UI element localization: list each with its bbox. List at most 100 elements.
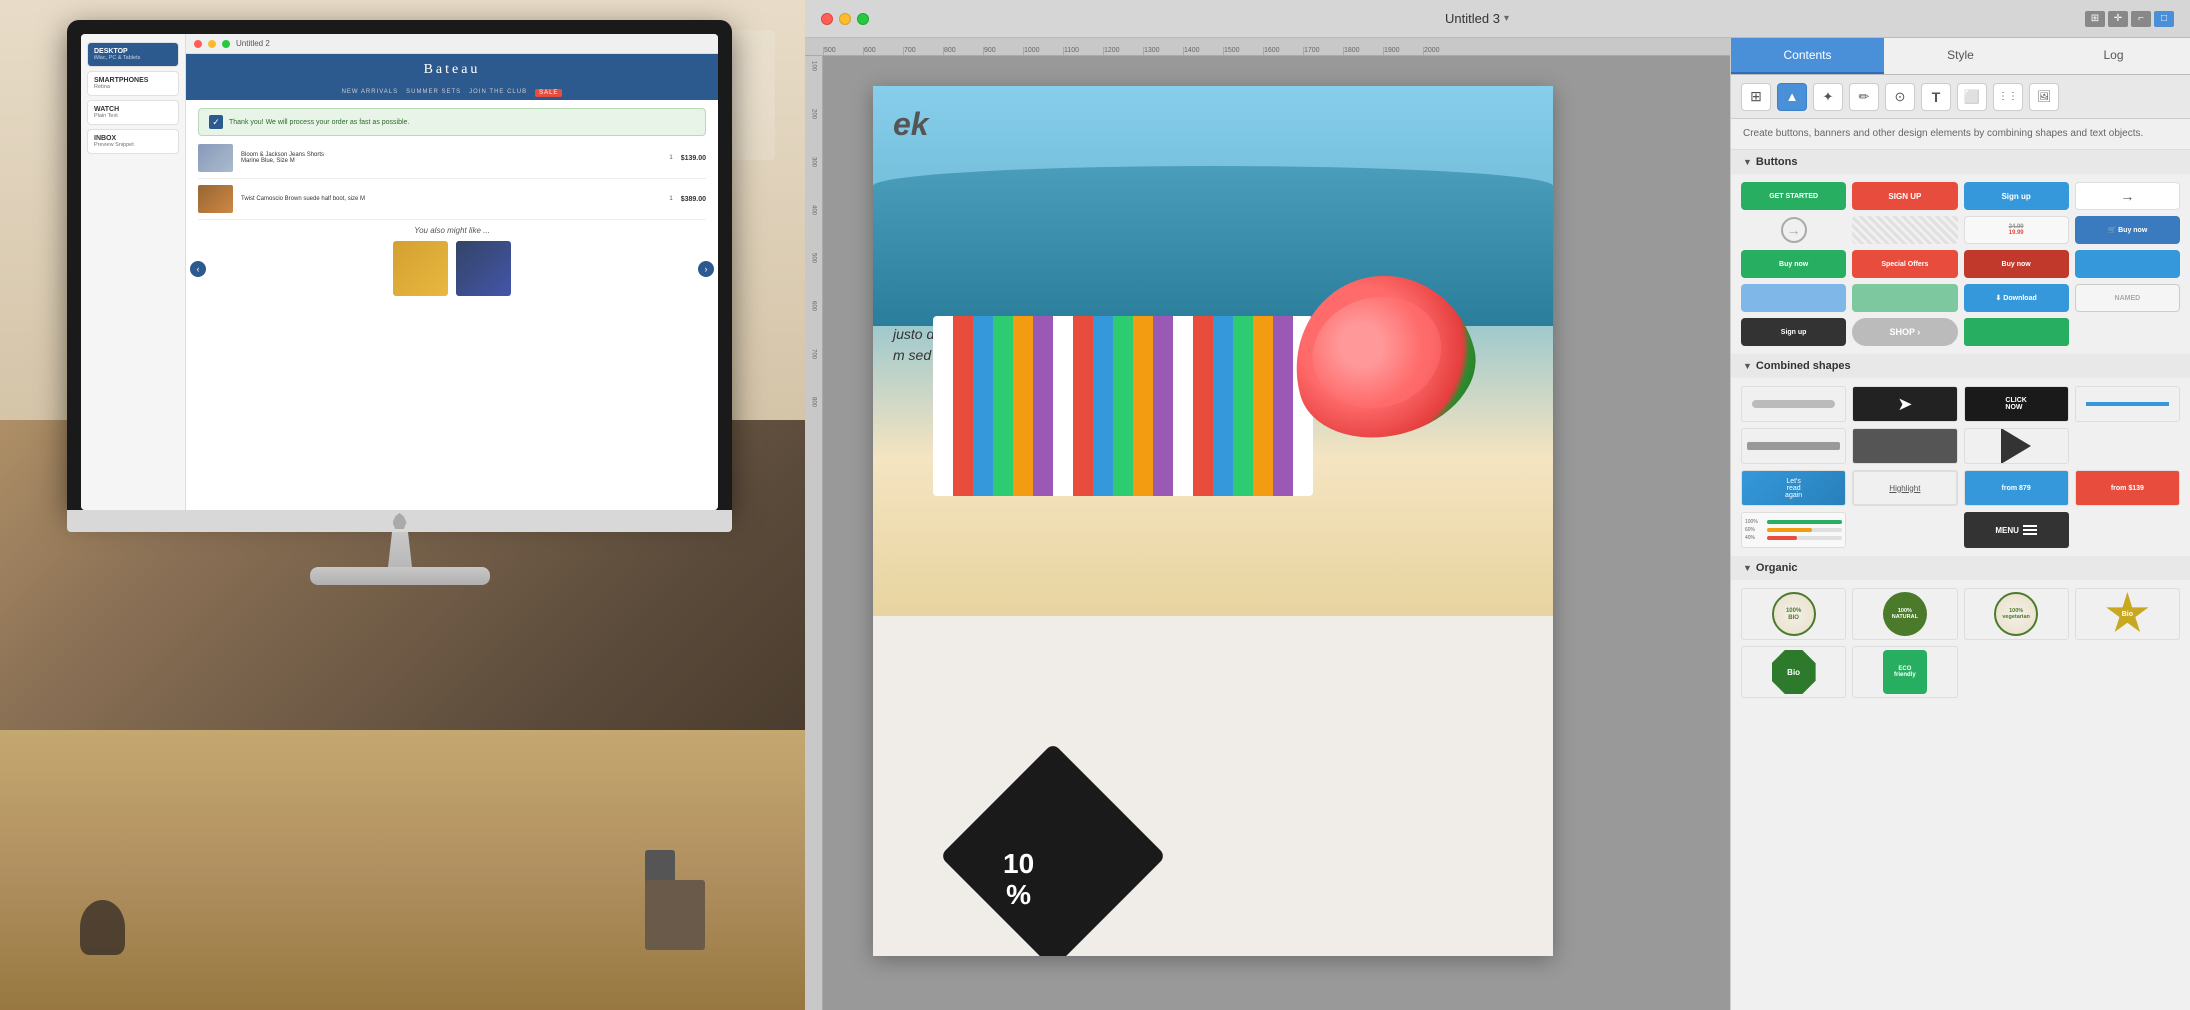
badge-natural-text: NATURAL (1892, 614, 1918, 620)
titlebar-dot-yellow[interactable] (208, 40, 216, 48)
panel-tool-pattern[interactable]: ⋮⋮ (1993, 83, 2023, 111)
panel-toggle-icon[interactable]: □ (2154, 11, 2174, 27)
progress-row-1: 100% (1745, 519, 1842, 525)
badge-bio-green[interactable]: Bio (1741, 646, 1846, 698)
badge-100bio[interactable]: 100% BIO (1741, 588, 1846, 640)
panel-tool-text[interactable]: T (1921, 83, 1951, 111)
shape-gray-wide[interactable] (1741, 428, 1846, 464)
tab-log[interactable]: Log (2037, 38, 2190, 74)
window-maximize-button[interactable] (857, 13, 869, 25)
combined-toggle-icon[interactable]: ▼ (1743, 361, 1752, 371)
email-preview: Bateau NEW ARRIVALS SUMMER SETS JOIN THE… (186, 54, 718, 510)
combined-shapes-label: Combined shapes (1756, 360, 1851, 372)
btn-named[interactable]: NAMED (2075, 284, 2180, 312)
btn-shop[interactable]: SHOP › (1852, 318, 1957, 346)
ruler-500: 500 (823, 47, 863, 55)
shape-from79[interactable]: from 879 (1964, 470, 2069, 506)
btn-get-started[interactable]: GET STARTED (1741, 182, 1846, 210)
btn-buy-now-red[interactable]: Buy now (1964, 250, 2069, 278)
shape-click-now[interactable]: CLICKNOW (1964, 386, 2069, 422)
btn-light-green[interactable] (1852, 284, 1957, 312)
organic-toggle-icon[interactable]: ▼ (1743, 563, 1752, 573)
titlebar-dot-green[interactable] (222, 40, 230, 48)
apple-logo-icon (393, 513, 407, 529)
canvas-area[interactable]: 500 600 700 800 900 1000 1100 1200 1300 … (805, 38, 1730, 1010)
shape-dark-triangle[interactable] (1964, 428, 2069, 464)
btn-buy-now-green[interactable]: Buy now (1741, 250, 1846, 278)
buttons-toggle-icon[interactable]: ▼ (1743, 157, 1752, 167)
shape-empty-2 (1852, 512, 1957, 548)
btn-download[interactable]: ⬇ Download (1964, 284, 2069, 312)
carousel-right-arrow[interactable]: › (698, 261, 714, 277)
badge-bio-text: BIO (1788, 615, 1799, 621)
shape-black-arrow[interactable]: ➤ (1852, 386, 1957, 422)
sidebar-item-desktop[interactable]: DESKTOP iMac, PC & Tablets (87, 42, 179, 67)
panel-tool-image[interactable]: 🖼 (2029, 83, 2059, 111)
badge-bio-gold[interactable]: Bio (2075, 588, 2180, 640)
btn-price-tag[interactable]: 24.99 19.99 (1964, 216, 2069, 244)
btn-special-offers[interactable]: Special Offers (1852, 250, 1957, 278)
btn-arrow-circle[interactable]: → (2075, 182, 2180, 210)
shape-from139[interactable]: from $139 (2075, 470, 2180, 506)
tab-style[interactable]: Style (1884, 38, 2037, 74)
panel-tool-rect[interactable]: ⬜ (1957, 83, 1987, 111)
shape-progress[interactable]: 100% 60% 40% (1741, 512, 1846, 548)
app-titlebar: Untitled 3 ▾ ⊞ ✛ ⌐ □ (805, 0, 2190, 38)
btn-newsletter[interactable] (1964, 318, 2069, 346)
window-controls (821, 13, 869, 25)
order-item-1: Bloom & Jackson Jeans Shorts Marine Blue… (198, 144, 706, 179)
badge-eco[interactable]: ECO friendly (1852, 646, 1957, 698)
grid-view-icon[interactable]: ⊞ (2085, 11, 2105, 27)
p-fill-2 (1767, 528, 1812, 532)
titlebar-dot-red[interactable] (194, 40, 202, 48)
canvas-content[interactable]: ek oluptua. At vero eos etjusto duo dolo… (823, 56, 1730, 1010)
carousel-left-arrow[interactable]: ‹ (190, 261, 206, 277)
btn-empty-pattern[interactable] (1852, 216, 1957, 244)
p-label-1: 100% (1745, 519, 1765, 525)
btn-blue-wide[interactable] (2075, 250, 2180, 278)
shape-highlight[interactable]: Highlight (1852, 470, 1957, 506)
window-close-button[interactable] (821, 13, 833, 25)
btn-sign-up-red[interactable]: SIGN UP (1852, 182, 1957, 210)
badge-vegetarian[interactable]: 100% vegetarian (1964, 588, 2069, 640)
btn-sign-up-blue[interactable]: Sign up (1964, 182, 2069, 210)
panel-tool-container[interactable]: ⊞ (1741, 83, 1771, 111)
shape-menu[interactable]: MENU (1964, 512, 2069, 548)
panel-tool-camera[interactable]: ⊙ (1885, 83, 1915, 111)
combined-shapes-grid: ➤ CLICKNOW (1731, 378, 2190, 556)
progress-row-3: 40% (1745, 535, 1842, 541)
screen-title: Untitled 2 (236, 39, 270, 48)
sidebar-watch-label: WATCH (94, 106, 172, 113)
panel-tool-star[interactable]: ✦ (1813, 83, 1843, 111)
organic-section-header: ▼ Organic (1731, 556, 2190, 580)
shape-dark-square[interactable] (1852, 428, 1957, 464)
shape-blue-line[interactable] (2075, 386, 2180, 422)
btn-buy-cart[interactable]: 🛒 Buy now (2075, 216, 2180, 244)
corner-icon[interactable]: ⌐ (2131, 11, 2151, 27)
from79-shape: from 879 (1965, 471, 2068, 505)
move-icon[interactable]: ✛ (2108, 11, 2128, 27)
btn-light-blue[interactable] (1741, 284, 1846, 312)
badge-100natural[interactable]: 100% NATURAL (1852, 588, 1957, 640)
app-main-area: 500 600 700 800 900 1000 1100 1200 1300 … (805, 38, 2190, 1010)
order-desc-1: Marine Blue, Size M (241, 158, 661, 164)
sidebar-item-inbox[interactable]: INBOX Preview Snippet (87, 129, 179, 154)
tab-contents[interactable]: Contents (1731, 38, 1884, 74)
order-price-1: $139.00 (681, 155, 706, 162)
btn-signup-dark[interactable]: Sign up (1741, 318, 1846, 346)
sidebar-watch-sub: Plain Text (94, 113, 172, 119)
panel-tool-pen[interactable]: ✏ (1849, 83, 1879, 111)
sidebar-item-smartphones[interactable]: SMARTPHONES Retina (87, 71, 179, 96)
organic-section-label: Organic (1756, 562, 1798, 574)
window-minimize-button[interactable] (839, 13, 851, 25)
panel-body[interactable]: ▼ Buttons GET STARTED SIGN UP Sign up → … (1731, 150, 2190, 1010)
ruler-1600: 1600 (1263, 47, 1303, 55)
shape-gray-pill[interactable] (1741, 386, 1846, 422)
confirmation-text: Thank you! We will process your order as… (229, 119, 409, 126)
sidebar-item-watch[interactable]: WATCH Plain Text (87, 100, 179, 125)
shape-lets-read[interactable]: Let'sreadagain (1741, 470, 1846, 506)
ruler-1400: 1400 (1183, 47, 1223, 55)
horizontal-ruler: 500 600 700 800 900 1000 1100 1200 1300 … (805, 38, 1730, 56)
btn-arrow-outline[interactable]: → (1781, 217, 1807, 243)
panel-tool-triangle[interactable]: ▲ (1777, 83, 1807, 111)
